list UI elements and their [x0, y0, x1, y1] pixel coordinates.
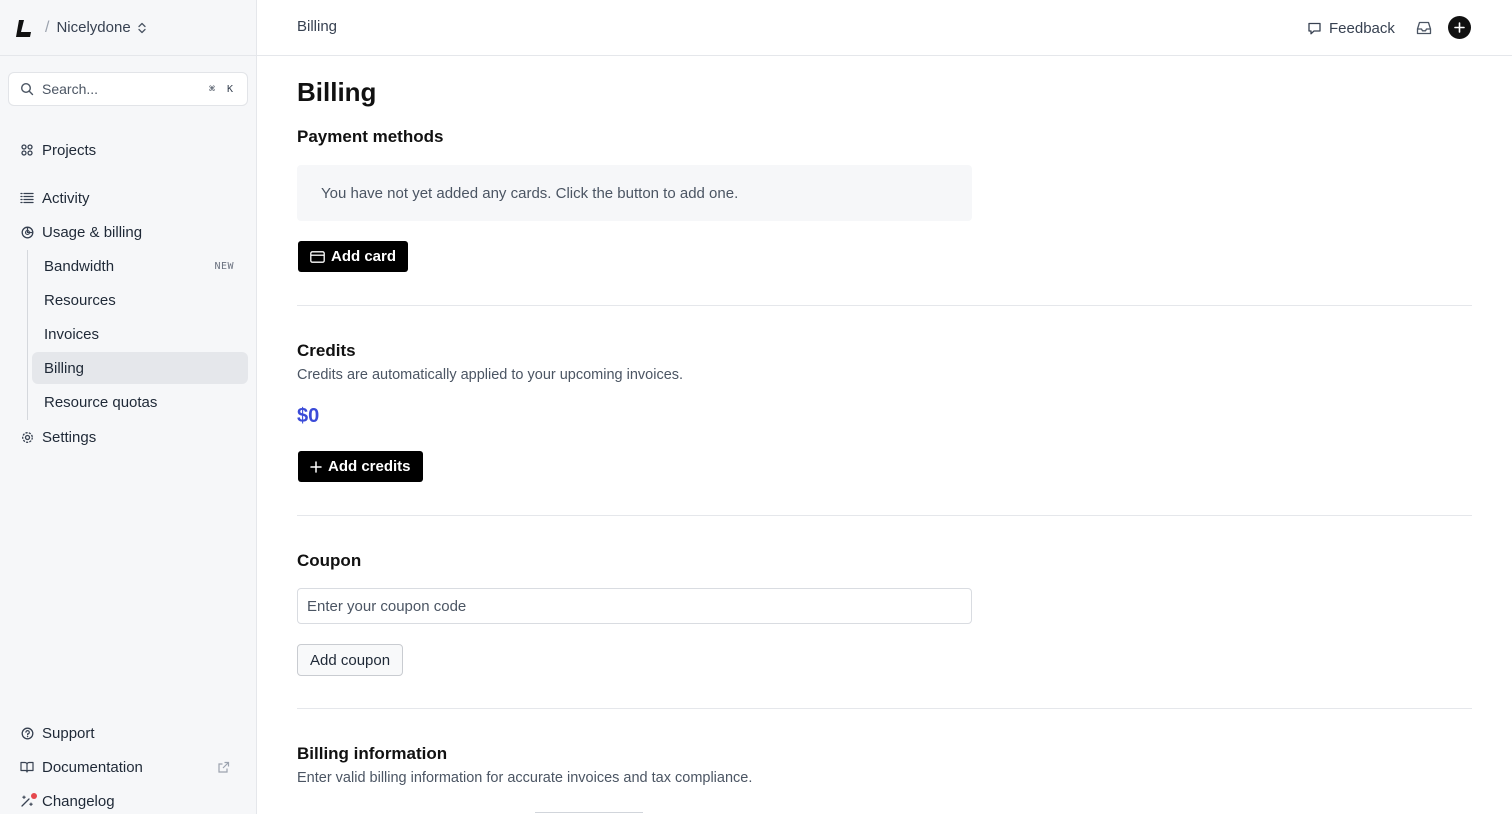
shortcut-key-k: K [226, 83, 234, 95]
page-title: Billing [297, 77, 377, 107]
feedback-button[interactable]: Feedback [1307, 16, 1395, 40]
help-circle-icon [20, 726, 34, 740]
submenu-rail [27, 250, 28, 420]
new-badge: NEW [214, 260, 234, 272]
create-new-button[interactable] [1448, 16, 1471, 39]
pie-chart-icon [20, 225, 34, 239]
external-link-icon [217, 761, 230, 774]
billing-information-description: Enter valid billing information for accu… [297, 770, 753, 786]
plus-icon [310, 460, 322, 473]
sidebar-item-label: Documentation [42, 758, 143, 776]
sidebar: / Nicelydone Search... ⌘ K Projects Acti… [0, 0, 257, 814]
coupon-heading: Coupon [297, 551, 362, 570]
billing-information-heading: Billing information [297, 744, 448, 763]
message-icon [1307, 21, 1322, 36]
sidebar-subitem-invoices[interactable]: Invoices [32, 318, 248, 350]
sidebar-item-label: Usage & billing [42, 223, 143, 241]
notification-dot [31, 793, 37, 799]
payment-methods-empty-state: You have not yet added any cards. Click … [297, 165, 972, 221]
breadcrumb[interactable]: Billing [297, 18, 337, 35]
sidebar-item-support[interactable]: Support [8, 717, 248, 749]
credits-description: Credits are automatically applied to you… [297, 367, 684, 383]
list-icon [20, 191, 34, 205]
sidebar-item-changelog[interactable]: Changelog [8, 785, 248, 814]
sidebar-item-label: Activity [42, 189, 90, 207]
search-box[interactable]: Search... ⌘ K [8, 72, 248, 106]
gear-icon [20, 430, 34, 444]
sidebar-item-label: Settings [42, 428, 97, 446]
sidebar-item-label: Support [42, 724, 95, 742]
add-credits-button[interactable]: Add credits [298, 451, 423, 482]
sidebar-subitem-label: Billing [44, 359, 85, 377]
sidebar-item-documentation[interactable]: Documentation [8, 751, 248, 783]
search-input[interactable]: Search... [42, 81, 205, 97]
sidebar-item-settings[interactable]: Settings [8, 421, 248, 453]
sidebar-item-label: Projects [42, 141, 97, 159]
section-divider [297, 305, 1472, 306]
top-bar: Billing Feedback [257, 0, 1512, 56]
book-icon [20, 760, 34, 774]
plus-icon [1454, 22, 1465, 33]
sidebar-subitem-label: Resource quotas [44, 393, 158, 411]
credits-heading: Credits [297, 341, 356, 360]
search-icon [20, 82, 34, 96]
inbox-icon[interactable] [1415, 19, 1433, 37]
sidebar-subitem-billing[interactable]: Billing [32, 352, 248, 384]
add-card-button[interactable]: Add card [298, 241, 409, 272]
section-divider [297, 515, 1472, 516]
shortcut-key-cmd: ⌘ [208, 83, 216, 95]
section-divider [297, 708, 1472, 709]
sidebar-item-projects[interactable]: Projects [8, 134, 248, 166]
credits-amount: $0 [297, 405, 320, 427]
add-credits-label: Add credits [328, 458, 411, 475]
sidebar-subitem-bandwidth[interactable]: Bandwidth NEW [32, 250, 248, 282]
team-name[interactable]: Nicelydone [56, 19, 130, 36]
sidebar-subitem-resource-quotas[interactable]: Resource quotas [32, 386, 248, 418]
sidebar-item-usage-billing[interactable]: Usage & billing [8, 216, 248, 248]
app-logo-icon[interactable] [16, 18, 34, 38]
sidebar-item-activity[interactable]: Activity [8, 182, 248, 214]
team-separator: / [45, 18, 50, 36]
payment-methods-heading: Payment methods [297, 127, 444, 146]
sidebar-subitem-label: Resources [44, 291, 116, 309]
sidebar-subitem-label: Invoices [44, 325, 100, 343]
add-coupon-button[interactable]: Add coupon [297, 644, 404, 676]
sidebar-item-label: Changelog [42, 792, 115, 810]
coupon-code-input[interactable] [297, 588, 972, 624]
add-card-label: Add card [331, 248, 397, 265]
grid-icon [20, 143, 34, 157]
sidebar-subitem-label: Bandwidth [44, 257, 115, 275]
team-switcher[interactable]: / Nicelydone [0, 0, 256, 56]
chevron-up-down-icon[interactable] [137, 22, 147, 34]
feedback-label: Feedback [1329, 19, 1395, 37]
credit-card-icon [310, 250, 325, 263]
sidebar-subitem-resources[interactable]: Resources [32, 284, 248, 316]
